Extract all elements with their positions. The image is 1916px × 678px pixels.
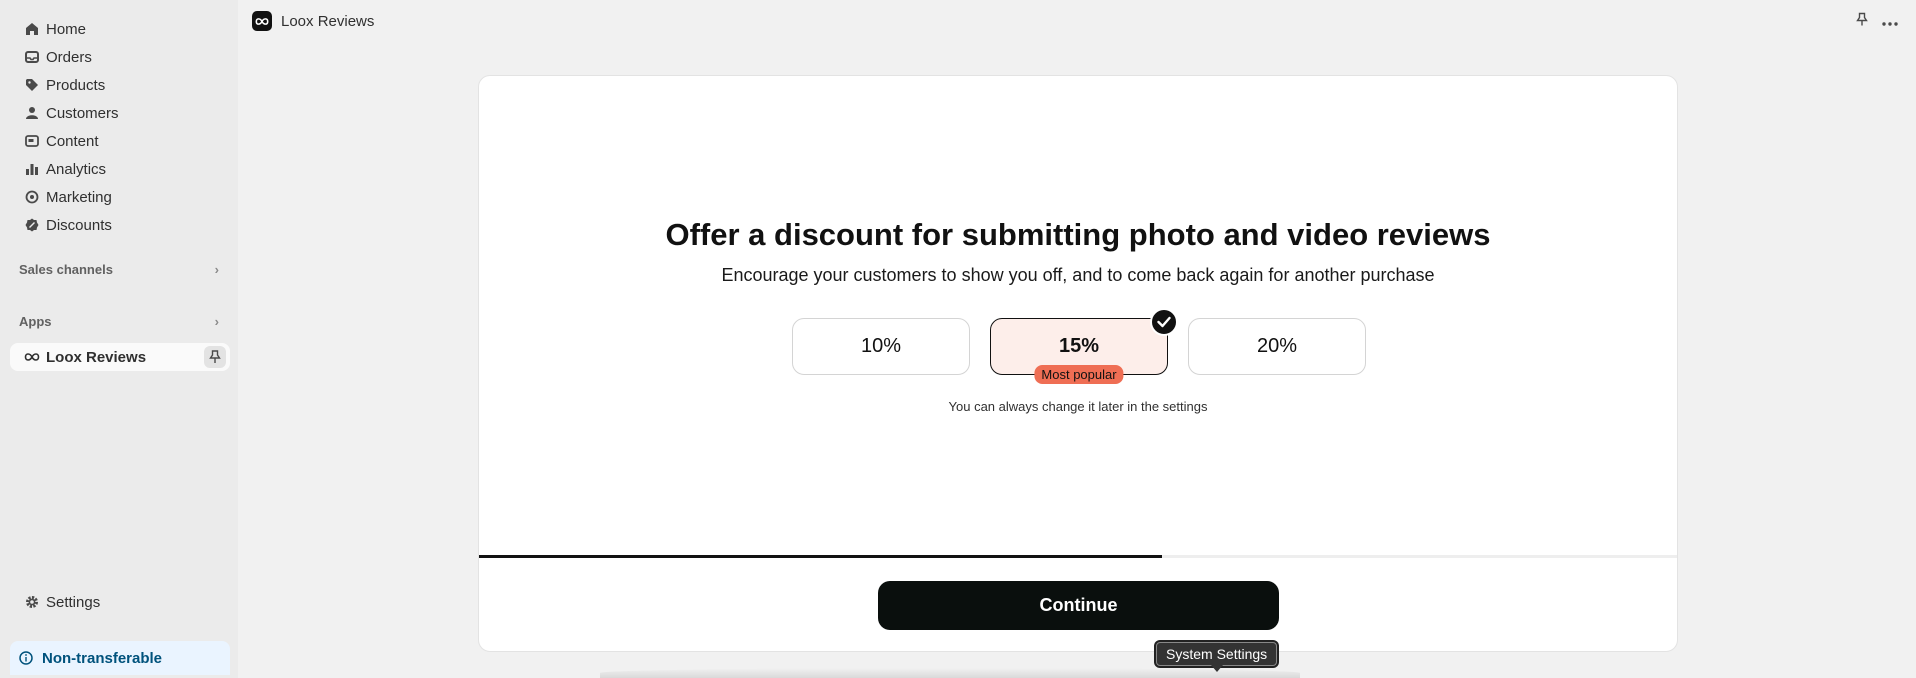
chevron-right-icon: › <box>214 314 219 329</box>
sidebar-item-label: Home <box>46 20 87 38</box>
image-icon <box>18 127 46 155</box>
sidebar-item-label: Orders <box>46 48 92 66</box>
page-title: Offer a discount for submitting photo an… <box>665 217 1491 252</box>
sidebar-item-analytics[interactable]: Analytics <box>10 155 230 183</box>
continue-button[interactable]: Continue <box>878 581 1279 630</box>
discount-icon <box>18 211 46 239</box>
sidebar-item-label: Content <box>46 132 99 150</box>
sidebar-item-label: Customers <box>46 104 119 122</box>
chevron-right-icon: › <box>214 262 219 277</box>
sidebar-item-orders[interactable]: Orders <box>10 43 230 71</box>
person-icon <box>18 99 46 127</box>
loox-logo-icon <box>252 11 272 31</box>
gear-icon <box>18 588 46 616</box>
top-actions <box>1856 12 1898 32</box>
sidebar-item-label: Analytics <box>46 160 107 178</box>
infinity-icon <box>18 343 46 371</box>
apps-section[interactable]: Apps › <box>19 314 219 329</box>
sidebar-item-home[interactable]: Home <box>10 15 230 43</box>
discount-option-15[interactable]: 15% Most popular <box>990 308 1178 384</box>
sales-channels-section[interactable]: Sales channels › <box>19 262 219 277</box>
checkmark-icon <box>1150 308 1178 336</box>
pin-icon[interactable] <box>1856 12 1868 32</box>
most-popular-badge: Most popular <box>1034 365 1124 384</box>
sidebar-item-label: Loox Reviews <box>46 348 147 366</box>
sidebar-item-customers[interactable]: Customers <box>10 99 230 127</box>
discount-option-20[interactable]: 20% <box>1188 318 1366 375</box>
non-transferable-label: Non-transferable <box>42 649 163 667</box>
info-icon <box>18 650 34 666</box>
sidebar-item-loox-reviews[interactable]: Loox Reviews <box>10 343 230 371</box>
app-topbar: Loox Reviews <box>238 0 1916 42</box>
target-icon <box>18 183 46 211</box>
sidebar-item-discounts[interactable]: Discounts <box>10 211 230 239</box>
onboarding-card: Offer a discount for submitting photo an… <box>478 75 1678 652</box>
page-subtitle: Encourage your customers to show you off… <box>721 265 1435 285</box>
dock-shadow <box>600 668 1300 678</box>
system-settings-tooltip: System Settings <box>1156 642 1278 666</box>
inbox-icon <box>18 43 46 71</box>
sidebar-item-marketing[interactable]: Marketing <box>10 183 230 211</box>
app-title: Loox Reviews <box>281 12 375 30</box>
option-label: 20% <box>1256 335 1298 357</box>
option-label: 10% <box>860 335 902 357</box>
sales-channels-label: Sales channels <box>19 262 113 277</box>
sidebar-item-label: Products <box>46 76 106 94</box>
settings-note: You can always change it later in the se… <box>948 399 1208 414</box>
progress-fill <box>479 555 1162 558</box>
apps-label: Apps <box>19 314 52 329</box>
more-options-icon[interactable] <box>1882 13 1898 31</box>
discount-option-10[interactable]: 10% <box>792 318 970 375</box>
tag-icon <box>18 71 46 99</box>
pin-icon[interactable] <box>204 346 226 368</box>
bar-chart-icon <box>18 155 46 183</box>
option-label: 15% <box>1058 335 1100 357</box>
sidebar-item-products[interactable]: Products <box>10 71 230 99</box>
sidebar: Home Orders Products Customers Content A… <box>0 0 238 678</box>
sidebar-item-content[interactable]: Content <box>10 127 230 155</box>
sidebar-item-label: Marketing <box>46 188 112 206</box>
home-icon <box>18 15 46 43</box>
sidebar-item-label: Discounts <box>46 216 112 234</box>
progress-bar <box>479 555 1677 558</box>
sidebar-item-settings[interactable]: Settings <box>10 588 230 616</box>
sidebar-item-label: Settings <box>46 593 101 611</box>
non-transferable-badge[interactable]: Non-transferable <box>10 641 230 675</box>
